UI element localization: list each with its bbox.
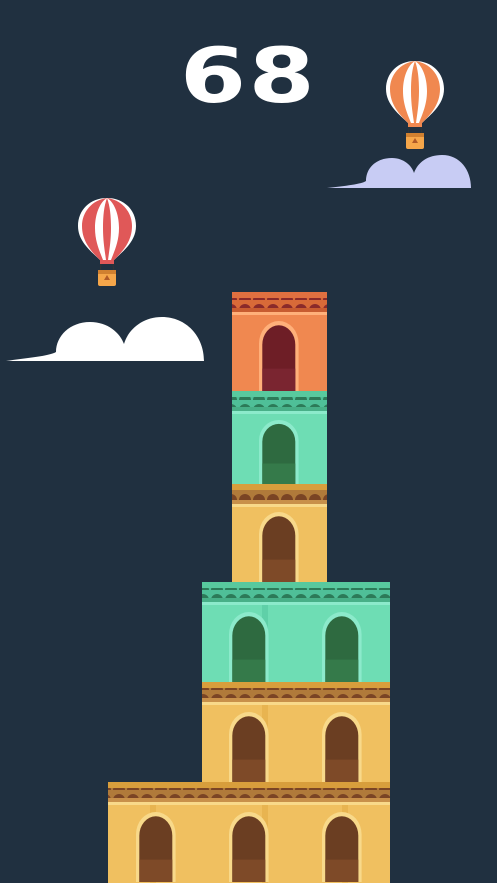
tower-block-row-3: [202, 582, 390, 682]
game-scene[interactable]: [0, 0, 497, 883]
tower-block-row-1: [108, 782, 390, 883]
cloud-white: [6, 317, 204, 361]
tower-block-row-4: [232, 484, 327, 582]
cloud-lavender: [327, 155, 471, 188]
balloon-red: [78, 198, 136, 286]
tower-block-row-2: [202, 682, 390, 782]
tower-block-row-6: [232, 292, 327, 391]
score-counter: 68: [180, 31, 318, 120]
tower-block-row-5: [232, 391, 327, 484]
